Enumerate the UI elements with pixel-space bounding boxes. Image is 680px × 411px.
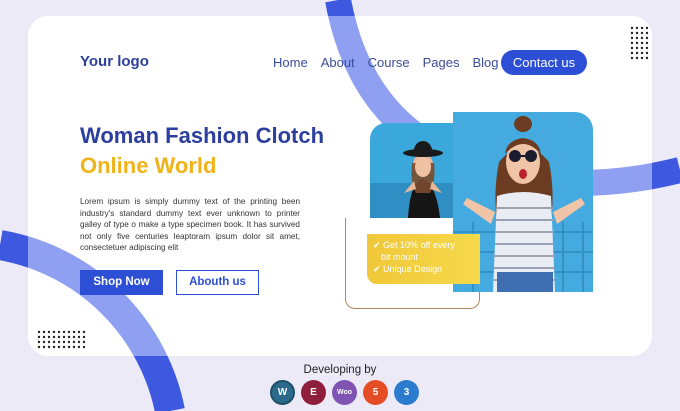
main-nav: Home About Course Pages Blog <box>273 55 499 70</box>
elementor-icon: E <box>301 380 326 405</box>
promo-line-1: ✔ Get 10% off every <box>373 240 455 250</box>
hero-title: Woman Fashion Clotch <box>80 123 325 148</box>
nav-course[interactable]: Course <box>368 55 410 70</box>
nav-blog[interactable]: Blog <box>472 55 498 70</box>
logo[interactable]: Your logo <box>80 53 149 70</box>
woocommerce-icon: Woo <box>332 380 357 405</box>
hero-paragraph: Lorem ipsum is simply dummy text of the … <box>80 197 300 253</box>
hero-subtitle: Online World <box>80 153 217 178</box>
contact-button[interactable]: Contact us <box>501 50 587 75</box>
html5-icon: 5 <box>363 380 388 405</box>
shop-now-button[interactable]: Shop Now <box>80 270 163 295</box>
about-us-button[interactable]: Abouth us <box>176 270 259 295</box>
developing-by-label: Developing by <box>303 364 377 376</box>
promo-line-2: bit mount <box>381 252 419 262</box>
nav-pages[interactable]: Pages <box>423 55 460 70</box>
nav-home[interactable]: Home <box>273 55 308 70</box>
wordpress-icon: W <box>270 380 295 405</box>
nav-about[interactable]: About <box>321 55 355 70</box>
tech-icons-row: W E Woo 5 3 <box>270 380 419 405</box>
promo-badge: ✔ Get 10% off every bit mount ✔ Unique D… <box>367 234 480 284</box>
promo-line-3: ✔ Unique Design <box>373 264 443 274</box>
css3-icon: 3 <box>394 380 419 405</box>
landing-card: Your logo Home About Course Pages Blog C… <box>28 16 652 356</box>
